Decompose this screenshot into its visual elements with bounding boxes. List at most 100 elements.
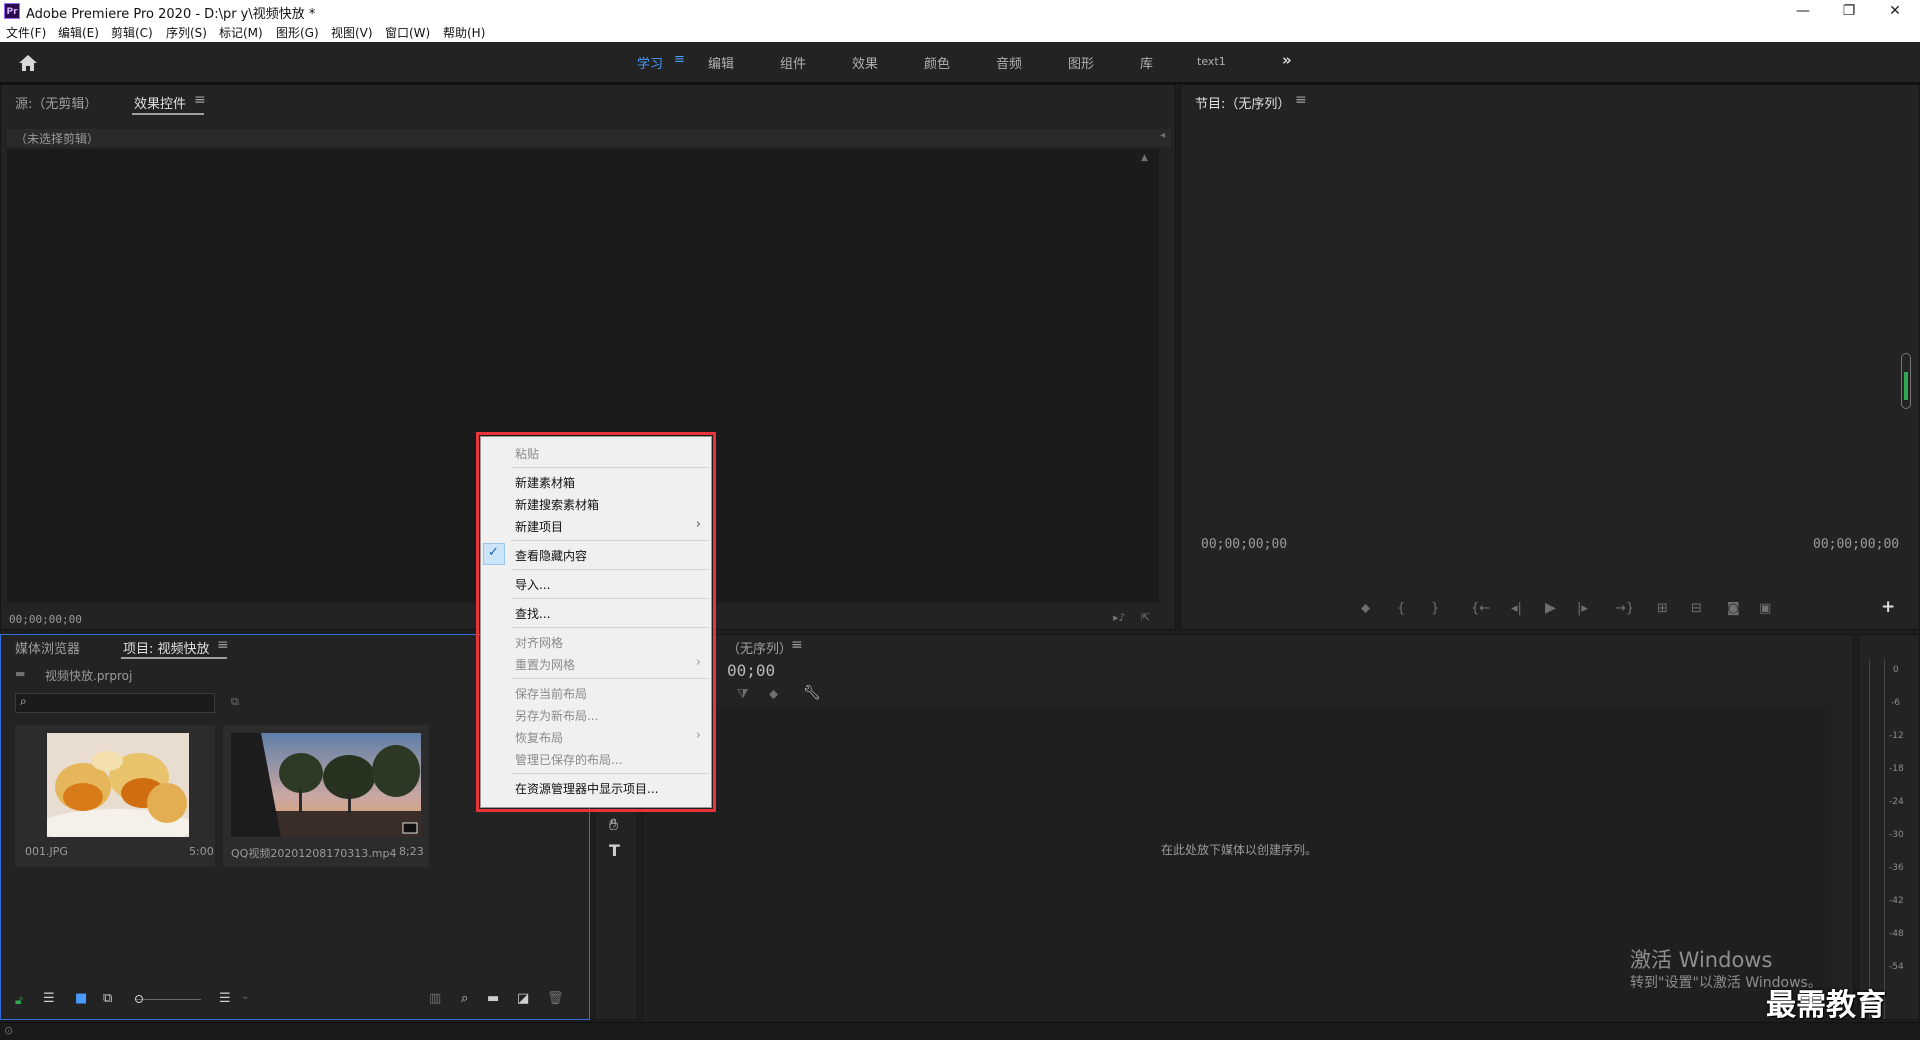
scroll-up-icon[interactable]: ▲ [1141,153,1148,163]
timeline-timecode[interactable]: 00;00 [727,661,775,680]
tab-media-browser[interactable]: 媒体浏览器 [15,638,80,657]
timeline-title[interactable]: （无序列） [727,638,792,657]
step-forward-icon[interactable]: |▸ [1577,601,1588,616]
menu-markers[interactable]: 标记(M) [219,24,263,41]
bin-folder-icon: ▬ [15,667,26,680]
workspace-overflow-icon[interactable]: » [1282,51,1292,69]
new-item-icon[interactable]: ◪ [517,991,529,1006]
check-icon: ✓ [483,543,505,565]
go-to-out-icon[interactable]: →} [1615,601,1634,616]
home-icon[interactable] [18,54,38,72]
workspace-tab-graphics[interactable]: 图形 [1068,53,1094,72]
type-tool-icon[interactable]: T [609,841,620,860]
ctx-manage-layouts[interactable]: 管理已保存的布局... [515,751,622,768]
ctx-save-layout[interactable]: 保存当前布局 [515,685,587,702]
mark-in-icon[interactable]: { [1397,601,1405,616]
ctx-view-hidden[interactable]: 查看隐藏内容 [515,547,587,564]
ctx-paste[interactable]: 粘贴 [515,445,539,462]
close-button[interactable]: ✕ [1872,0,1918,22]
chevron-down-icon[interactable]: ⌄ [241,991,249,1002]
meter-tick: -12 [1889,731,1904,741]
ctx-align-grid[interactable]: 对齐网格 [515,634,563,651]
tab-project[interactable]: 项目: 视频快放 [123,638,210,657]
project-item-image[interactable]: 001.JPG 5:00 [15,725,215,867]
icon-view-icon[interactable]: ■ [75,991,87,1006]
menu-graphics[interactable]: 图形(G) [276,24,319,41]
project-search-input[interactable]: ⌕ [15,693,215,713]
maximize-button[interactable]: ❐ [1826,0,1872,22]
menu-help[interactable]: 帮助(H) [443,24,485,41]
meter-tick: -24 [1889,797,1904,807]
button-editor-icon[interactable]: + [1881,597,1895,617]
timeline-drop-hint: 在此处放下媒体以创建序列。 [1161,843,1318,857]
extract-icon[interactable]: ⊟ [1691,601,1702,616]
workspace-tab-libraries[interactable]: 库 [1140,53,1153,72]
tab-effect-controls[interactable]: 效果控件 [134,93,186,112]
tab-source[interactable]: 源:（无剪辑） [15,93,97,112]
ctx-find[interactable]: 查找... [515,605,550,622]
lock-icon[interactable]: 🔓︎ [15,993,23,1008]
menu-sequence[interactable]: 序列(S) [166,24,207,41]
ctx-import[interactable]: 导入... [515,576,550,593]
go-to-in-icon[interactable]: {← [1471,601,1490,616]
ctx-new-bin[interactable]: 新建素材箱 [515,474,575,491]
freeform-view-icon[interactable]: ⧉ [103,991,112,1006]
menu-window[interactable]: 窗口(W) [385,24,430,41]
workspace-bar: 学习 ≡ 编辑 组件 效果 颜色 音频 图形 库 text1 » [0,42,1920,84]
compare-view-icon[interactable]: ▣ [1759,601,1771,616]
workspace-tab-text1[interactable]: text1 [1197,55,1226,68]
play-icon[interactable]: ▶ [1545,600,1556,616]
filter-icon[interactable]: ▸♪ [1113,611,1126,624]
workspace-tab-edit[interactable]: 编辑 [708,53,734,72]
ctx-reset-grid[interactable]: 重置为网格 [515,656,575,673]
menu-clip[interactable]: 剪辑(C) [111,24,153,41]
workspace-tab-effects[interactable]: 效果 [852,53,878,72]
ctx-new-item[interactable]: 新建项目 [515,518,563,535]
zoom-scrollbar[interactable] [1901,353,1911,409]
new-search-bin-icon[interactable]: ⧉ [231,695,239,709]
trash-icon[interactable]: 🗑︎ [547,991,564,1006]
add-marker-icon[interactable]: ⬥ [769,687,778,702]
activation-watermark-title: 激活 Windows [1630,948,1773,972]
meter-tick: -6 [1891,698,1900,708]
wrench-icon[interactable]: 🔧︎ [803,685,821,701]
zoom-slider-handle[interactable] [135,995,143,1003]
menu-view[interactable]: 视图(V) [331,24,373,41]
linked-selection-icon[interactable]: ⧩ [737,687,749,702]
lift-icon[interactable]: ⊞ [1657,601,1668,616]
minimize-button[interactable]: — [1780,0,1826,22]
menu-file[interactable]: 文件(F) [6,24,46,41]
background-task-icon[interactable]: ⊙ [4,1024,13,1037]
export-frame-icon[interactable]: ◙ [1727,601,1740,616]
export-icon[interactable]: ⇱ [1141,611,1150,624]
ctx-restore-layout[interactable]: 恢复布局 [515,729,563,746]
workspace-tab-assembly[interactable]: 组件 [780,53,806,72]
ctx-save-as-layout[interactable]: 另存为新布局... [515,707,598,724]
sort-icon[interactable]: ☰ [219,991,231,1006]
add-marker-icon[interactable]: ⬥ [1361,601,1370,616]
automate-to-sequence-icon[interactable]: ▥ [429,991,441,1006]
menu-edit[interactable]: 编辑(E) [58,24,99,41]
panel-menu-icon[interactable]: ≡ [1295,92,1307,108]
workspace-tab-learn[interactable]: 学习 [637,53,663,72]
workspace-tab-audio[interactable]: 音频 [996,53,1022,72]
project-item-video[interactable]: QQ视频20201208170313.mp4 8;23 [223,725,429,867]
panel-menu-icon[interactable]: ≡ [791,637,803,653]
ctx-reveal-in-explorer[interactable]: 在资源管理器中显示项目... [515,780,658,797]
ctx-new-search-bin[interactable]: 新建搜索素材箱 [515,496,599,513]
step-back-icon[interactable]: ◂| [1511,601,1522,616]
audio-meter-panel: 0 -6 -12 -18 -24 -30 -36 -42 -48 -54 [1858,634,1920,1020]
mark-out-icon[interactable]: } [1431,601,1439,616]
collapse-icon[interactable]: ◂ [1160,130,1165,141]
no-clip-label: （未选择剪辑） [15,132,100,146]
hand-tool-icon[interactable]: ✋︎ [609,815,618,835]
find-icon[interactable]: ⌕ [461,991,468,1006]
panel-menu-icon[interactable]: ≡ [194,92,206,108]
workspace-menu-icon[interactable]: ≡ [674,52,685,67]
zoom-slider[interactable] [135,999,201,1000]
panel-menu-icon[interactable]: ≡ [217,637,229,653]
new-bin-icon[interactable]: ▬ [487,991,499,1006]
list-view-icon[interactable]: ☰ [43,991,55,1006]
workspace-tab-color[interactable]: 颜色 [924,53,950,72]
program-monitor-title[interactable]: 节目:（无序列） [1195,93,1290,112]
